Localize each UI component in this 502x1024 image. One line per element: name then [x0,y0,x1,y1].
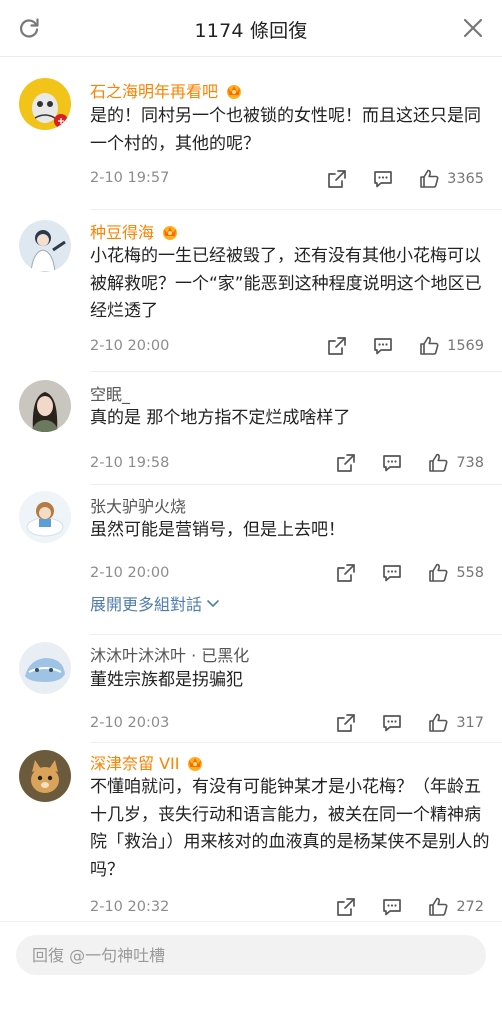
comment-actions: 738 [335,451,484,475]
comment-item: 空眠_ 真的是 那个地方指不定烂成啥样了 2-10 19:58 738 [0,372,502,485]
comment-text: 小花梅的一生已经被毁了，还有没有其他小花梅可以被解救呢？一个“家”能恶到这种程度… [90,246,482,321]
reply-input[interactable] [16,935,486,975]
share-icon [328,337,346,355]
avatar[interactable] [19,220,71,272]
reply-button[interactable] [381,452,403,474]
comment-text: 不懂咱就问，有没有可能钟某才是小花梅？（年龄五十几岁，丧失行动和语言能力，被关在… [90,777,490,880]
expand-more-link[interactable]: 展開更多組對話 [90,591,220,615]
username[interactable]: 石之海明年再看吧 [90,78,244,102]
like-button[interactable]: 738 [427,452,484,474]
like-button[interactable]: 558 [427,562,484,584]
chevron-down-icon [207,600,219,607]
comment-actions: 272 [335,895,484,919]
comment-text: 是的！同村另一个也被锁的女性呢！而且这还只是同一个村的，其他的呢？ [90,106,481,154]
share-button[interactable] [335,452,357,474]
like-button[interactable]: 1569 [418,335,484,357]
like-button[interactable]: 3365 [418,168,484,190]
page-title: 1174 條回復 [194,20,308,42]
username[interactable]: 种豆得海 [90,219,180,243]
share-icon [328,170,346,188]
username[interactable]: 空眠_ [90,381,130,405]
share-icon [337,564,356,582]
like-count: 272 [456,899,484,915]
like-button[interactable]: 317 [427,712,484,734]
avatar[interactable] [19,491,71,543]
reply-button[interactable] [381,712,403,734]
thumbs-up-icon [429,713,448,732]
like-count: 1569 [447,338,484,354]
share-icon [337,714,356,732]
comment-time: 2-10 19:57 [90,170,170,186]
like-count: 317 [456,715,484,731]
crown-badge-icon [163,226,178,240]
thumbs-up-icon [420,169,439,188]
avatar[interactable] [19,750,71,802]
reply-button[interactable] [381,562,403,584]
comment-meta-row: 2-10 20:32 272 [0,893,502,921]
reply-button[interactable] [381,896,403,918]
comment-icon [383,715,402,732]
comment-actions: 317 [335,711,484,735]
comment-time: 2-10 20:00 [90,565,170,581]
close-icon[interactable] [462,17,484,39]
share-button[interactable] [326,168,348,190]
comment-item: 种豆得海 小花梅的一生已经被毁了，还有没有其他小花梅可以被解救呢？一个“家”能恶… [0,210,502,372]
reply-footer [0,921,502,1024]
comment-time: 2-10 20:32 [90,899,170,915]
comment-time: 2-10 20:00 [90,338,170,354]
comment-item: 石之海明年再看吧 是的！同村另一个也被锁的女性呢！而且这还只是同一个村的，其他的… [0,58,502,210]
username[interactable]: 沐沐叶沐沐叶 · 已黑化 [90,642,249,666]
like-count: 558 [456,565,484,581]
comment-actions: 1569 [326,334,484,358]
comment-text: 董姓宗族都是拐骗犯 [90,670,243,690]
thumbs-up-icon [420,336,439,355]
share-icon [337,454,356,472]
crown-badge-icon [188,757,203,771]
avatar[interactable] [19,642,71,694]
reply-button[interactable] [372,168,394,190]
thumbs-up-icon [429,453,448,472]
comment-icon [374,171,392,188]
share-button[interactable] [326,335,348,357]
share-button[interactable] [335,896,357,918]
comment-actions: 3365 [326,167,484,191]
crown-badge-icon [227,85,242,99]
share-icon [337,898,356,916]
reply-button[interactable] [372,335,394,357]
avatar[interactable] [19,380,71,432]
like-button[interactable]: 272 [427,896,484,918]
header: 1174 條回復 [0,0,502,57]
like-count: 3365 [447,171,484,187]
comment-text: 真的是 那个地方指不定烂成啥样了 [90,408,351,428]
avatar[interactable] [19,78,71,130]
comment-time: 2-10 20:03 [90,715,170,731]
share-button[interactable] [335,712,357,734]
comment-item: 张大驴驴火烧 虽然可能是营销号，但是上去吧！ 2-10 20:00 558 展開… [0,485,502,635]
comment-item: 沐沐叶沐沐叶 · 已黑化 董姓宗族都是拐骗犯 2-10 20:03 317 [0,635,502,743]
username[interactable]: 深津奈留 VII [90,750,205,774]
comment-icon [383,899,402,916]
comment-actions: 558 [335,561,484,585]
comment-icon [383,455,402,472]
comment-icon [374,338,392,355]
username[interactable]: 张大驴驴火烧 [90,493,186,517]
comment-text: 虽然可能是营销号，但是上去吧！ [90,520,345,540]
comment-list[interactable]: 石之海明年再看吧 是的！同村另一个也被锁的女性呢！而且这还只是同一个村的，其他的… [0,58,502,920]
comment-time: 2-10 19:58 [90,455,170,471]
share-button[interactable] [335,562,357,584]
thumbs-up-icon [429,897,448,916]
like-count: 738 [456,455,484,471]
thumbs-up-icon [429,563,448,582]
comment-icon [383,565,402,582]
